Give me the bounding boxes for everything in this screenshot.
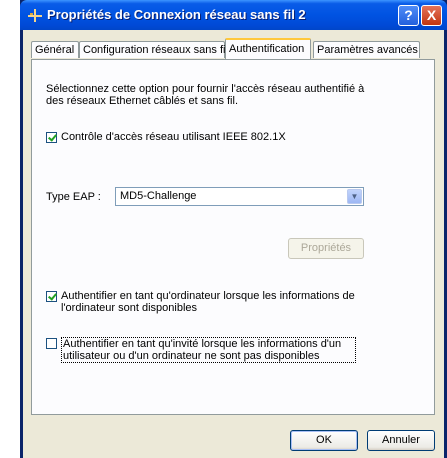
network-connection-icon (28, 9, 42, 22)
window-title: Propriétés de Connexion réseau sans fil … (47, 7, 306, 22)
tab-authentication[interactable]: Authentification (225, 38, 311, 59)
dialog-body: Général Configuration réseaux sans fil A… (23, 30, 444, 458)
ieee-8021x-label: Contrôle d'accès réseau utilisant IEEE 8… (61, 131, 286, 143)
computer-auth-checkbox[interactable] (46, 291, 57, 302)
ok-button[interactable]: OK (290, 430, 358, 451)
close-button[interactable]: X (421, 5, 442, 26)
guest-auth-label: Authentifier en tant qu'invité lorsque l… (61, 337, 356, 363)
cancel-button[interactable]: Annuler (367, 430, 435, 451)
guest-auth-option[interactable]: Authentifier en tant qu'invité lorsque l… (46, 337, 356, 363)
properties-button[interactable]: Propriétés (288, 238, 364, 259)
tab-advanced[interactable]: Paramètres avancés (313, 41, 420, 58)
chevron-down-icon[interactable]: ▼ (347, 189, 362, 204)
tab-wireless-config[interactable]: Configuration réseaux sans fil (79, 41, 228, 58)
eap-type-value: MD5-Challenge (120, 190, 197, 202)
computer-auth-label: Authentifier en tant qu'ordinateur lorsq… (61, 290, 355, 314)
help-button[interactable]: ? (398, 5, 419, 26)
properties-dialog: Propriétés de Connexion réseau sans fil … (20, 0, 447, 458)
ieee-8021x-option[interactable]: Contrôle d'accès réseau utilisant IEEE 8… (46, 131, 286, 143)
title-bar[interactable]: Propriétés de Connexion réseau sans fil … (20, 0, 447, 30)
authentication-panel: Sélectionnez cette option pour fournir l… (31, 59, 435, 415)
description-text: Sélectionnez cette option pour fournir l… (46, 83, 365, 107)
computer-auth-option[interactable]: Authentifier en tant qu'ordinateur lorsq… (46, 290, 356, 314)
tab-general[interactable]: Général (31, 41, 79, 58)
eap-type-label: Type EAP : (46, 191, 101, 203)
eap-type-select[interactable]: MD5-Challenge ▼ (115, 187, 364, 206)
guest-auth-checkbox[interactable] (46, 338, 57, 349)
ieee-8021x-checkbox[interactable] (46, 132, 57, 143)
